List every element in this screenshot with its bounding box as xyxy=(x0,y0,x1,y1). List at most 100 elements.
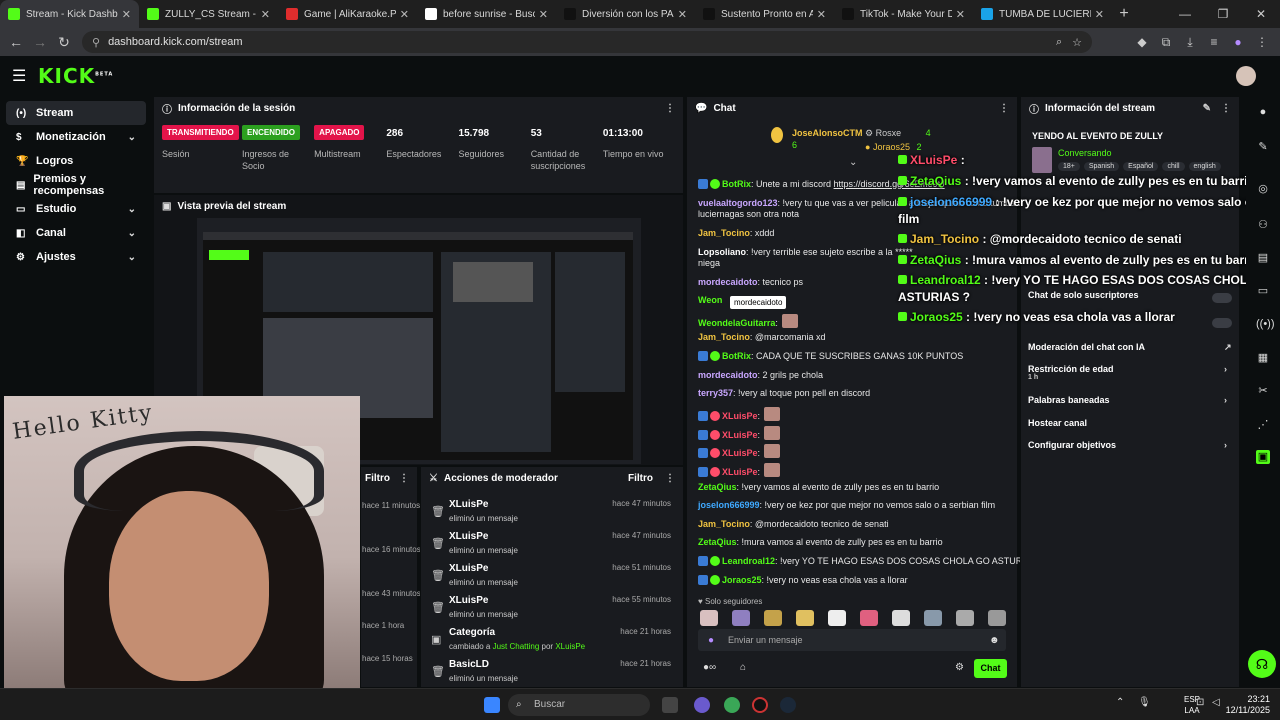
menu-list-icon[interactable]: ≡ xyxy=(1202,35,1226,50)
filter-button[interactable]: Filtro xyxy=(365,473,390,484)
browser-tab[interactable]: ZULLY_CS Stream - Watc ✕ xyxy=(139,0,278,28)
tab-close-icon[interactable]: ✕ xyxy=(1095,8,1104,21)
category-name[interactable]: Conversando xyxy=(1058,148,1112,158)
emoji-icon[interactable]: ☻ xyxy=(989,635,1000,646)
chat-username[interactable]: BotRix xyxy=(722,351,751,361)
media-icon[interactable]: ▦ xyxy=(1256,351,1270,365)
site-info-icon[interactable]: ⚲ xyxy=(92,36,100,49)
browser-tab[interactable]: Sustento Pronto en Andr ✕ xyxy=(695,0,834,28)
avatar[interactable] xyxy=(1236,66,1256,86)
chat-input[interactable]: Enviar un mensaje xyxy=(698,629,1006,651)
settings-row[interactable]: Moderación del chat con IA ↗ xyxy=(1028,342,1232,352)
edit-icon[interactable]: ✎ xyxy=(1256,140,1270,154)
clock[interactable]: 23:21 12/11/2025 xyxy=(1226,694,1270,716)
radio-icon[interactable]: ((•)) xyxy=(1256,318,1275,332)
scroll-down-icon[interactable]: ⌄ xyxy=(849,157,857,168)
download-icon[interactable]: ⤓ xyxy=(1178,35,1202,50)
tag-chip[interactable]: Español xyxy=(1123,162,1159,171)
chat-username[interactable]: Lopsoliano xyxy=(698,247,746,257)
category-by[interactable]: XLuisPe xyxy=(555,642,585,651)
tab-close-icon[interactable]: ✕ xyxy=(400,8,409,21)
chrome-icon[interactable] xyxy=(724,697,740,713)
tab-close-icon[interactable]: ✕ xyxy=(122,8,131,21)
browser-tab[interactable]: Stream - Kick Dashboard ✕ xyxy=(0,0,139,28)
tab-close-icon[interactable]: ✕ xyxy=(956,8,965,21)
emote-button[interactable] xyxy=(956,610,974,626)
browser-tab[interactable]: TikTok - Make Your Day ✕ xyxy=(834,0,973,28)
kebab-menu-icon[interactable]: ⋮ xyxy=(665,473,675,484)
bookmark-star-icon[interactable]: ☆ xyxy=(1072,36,1082,49)
mod-user[interactable]: XLuisPe xyxy=(449,531,488,542)
chat-username[interactable]: mordecaidoto xyxy=(698,370,758,380)
emote-button[interactable] xyxy=(892,610,910,626)
emote-button[interactable] xyxy=(828,610,846,626)
tools-icon[interactable]: ✂ xyxy=(1256,384,1270,398)
chat-username[interactable]: BotRix xyxy=(722,179,751,189)
obs-icon[interactable] xyxy=(752,697,768,713)
settings-row[interactable]: Hostear canal xyxy=(1028,418,1087,428)
chat-settings-icon[interactable]: ⚙ xyxy=(955,662,964,673)
filter-button[interactable]: Filtro xyxy=(628,473,653,484)
sidebar-item-4[interactable]: ▭ Estudio ⌄ xyxy=(6,197,146,221)
sidebar-item-1[interactable]: $ Monetización ⌄ xyxy=(6,125,146,149)
kebab-menu-icon[interactable]: ⋮ xyxy=(399,473,409,484)
chat-username[interactable]: Jam_Tocino xyxy=(698,519,750,529)
mod-user[interactable]: XLuisPe xyxy=(449,595,488,606)
sidebar-item-5[interactable]: ◧ Canal ⌄ xyxy=(6,221,146,245)
mic-icon[interactable]: ● xyxy=(708,635,714,646)
sidebar-item-6[interactable]: ⚙ Ajustes ⌄ xyxy=(6,245,146,269)
microphone-icon[interactable]: 🎙 xyxy=(1138,697,1151,708)
steam-icon[interactable] xyxy=(780,697,796,713)
discord-icon[interactable] xyxy=(694,697,710,713)
chat-username[interactable]: ZetaQius xyxy=(698,482,737,492)
puzzle-icon[interactable]: ⧉ xyxy=(1154,35,1178,50)
share-icon[interactable]: ⋰ xyxy=(1256,418,1270,432)
extension-icon[interactable]: ◆ xyxy=(1130,35,1154,50)
tab-close-icon[interactable]: ✕ xyxy=(678,8,687,21)
chat-username[interactable]: ZetaQius xyxy=(698,537,737,547)
tab-close-icon[interactable]: ✕ xyxy=(261,8,270,21)
chat-username[interactable]: joselon666999 xyxy=(698,500,760,510)
tag-chip[interactable]: chill xyxy=(1162,162,1185,171)
sidebar-item-0[interactable]: (•) Stream xyxy=(6,101,146,125)
browser-tab[interactable]: Game | AliKaraoke.Pa ✕ xyxy=(278,0,417,28)
chat-username[interactable]: Joraos25 xyxy=(722,575,762,585)
chevron-down-icon[interactable]: ⌄ xyxy=(128,204,136,215)
sidebar-item-3[interactable]: ▤ Premios y recompensas xyxy=(6,173,146,197)
support-headset-icon[interactable]: ☊ xyxy=(1248,650,1276,678)
settings-row[interactable]: Palabras baneadas › xyxy=(1028,395,1227,405)
people-icon[interactable]: ⚇ xyxy=(1256,218,1270,232)
kick-icon[interactable]: ▣ xyxy=(1256,450,1270,464)
chat-username[interactable]: mordecaidoto xyxy=(698,277,758,287)
back-arrow-icon[interactable]: ← xyxy=(4,34,28,50)
chat-tools-icon[interactable]: ●∞ xyxy=(703,662,716,673)
tag-chip[interactable]: Spanish xyxy=(1083,162,1120,171)
browser-tab[interactable]: before sunrise - Buscar co ✕ xyxy=(417,0,556,28)
mod-user[interactable]: XLuisPe xyxy=(449,499,488,510)
browser-tab[interactable]: Diversión con los PANAS ✕ xyxy=(556,0,695,28)
tab-close-icon[interactable]: ✕ xyxy=(817,8,826,21)
chevron-down-icon[interactable]: ⌄ xyxy=(128,132,136,143)
chat-username[interactable]: XLuisPe xyxy=(722,411,758,421)
maximize-button[interactable]: ❐ xyxy=(1204,0,1242,28)
tag-chip[interactable]: 18+ xyxy=(1058,162,1080,171)
mod-user[interactable]: BasicLD xyxy=(449,659,489,670)
chat-username[interactable]: XLuisPe xyxy=(722,467,758,477)
volume-icon[interactable]: ◁ xyxy=(1212,697,1220,708)
emote-button[interactable] xyxy=(732,610,750,626)
address-bar[interactable]: ⚲ dashboard.kick.com/stream ⌕ ☆ xyxy=(82,31,1092,53)
chat-username[interactable]: terry357 xyxy=(698,388,733,398)
new-tab-button[interactable]: + xyxy=(1112,0,1136,28)
reload-icon[interactable]: ↻ xyxy=(52,34,76,51)
kebab-menu-icon[interactable]: ⋮ xyxy=(665,103,675,114)
taskbar-search[interactable]: ⌕ Buscar xyxy=(508,694,650,716)
send-chat-button[interactable]: Chat xyxy=(974,659,1007,678)
sidebar-item-2[interactable]: 🏆 Logros xyxy=(6,149,146,173)
hamburger-menu-icon[interactable]: ☰ xyxy=(12,66,32,86)
emote-button[interactable] xyxy=(924,610,942,626)
kick-logo[interactable]: KICKBETA xyxy=(38,64,113,88)
kebab-menu-icon[interactable]: ⋮ xyxy=(1221,103,1231,114)
kebab-menu-icon[interactable]: ⋮ xyxy=(1250,35,1274,50)
close-window-button[interactable]: ✕ xyxy=(1242,0,1280,28)
chat-username[interactable]: vuelaaltogordo123 xyxy=(698,198,778,208)
